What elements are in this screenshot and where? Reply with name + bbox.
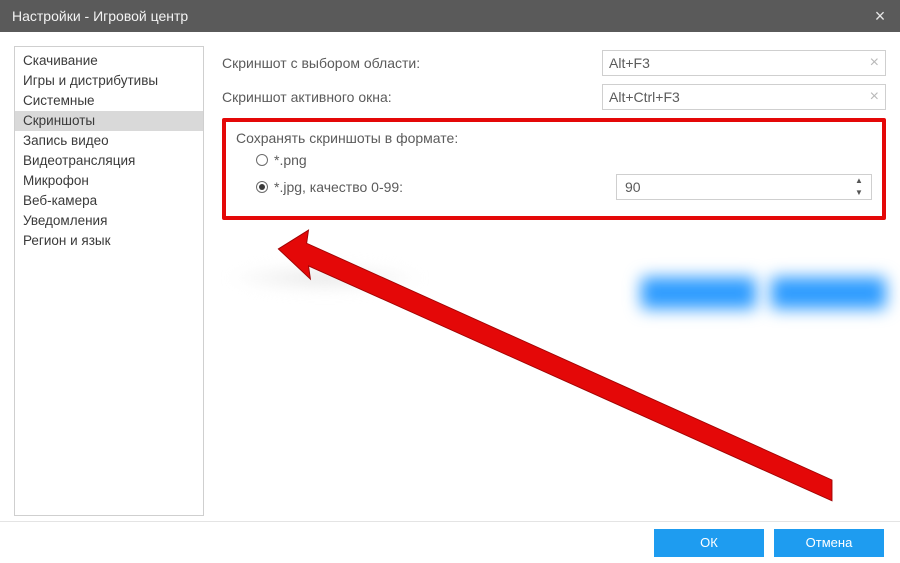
jpg-quality-stepper[interactable]: 90 ▲ ▼ bbox=[616, 174, 872, 200]
sidebar-item-record[interactable]: Запись видео bbox=[15, 131, 203, 151]
sidebar-item-download[interactable]: Скачивание bbox=[15, 51, 203, 71]
sidebar-item-stream[interactable]: Видеотрансляция bbox=[15, 151, 203, 171]
format-jpg-radio[interactable]: *.jpg, качество 0-99: 90 ▲ ▼ bbox=[236, 174, 872, 200]
hotkey-active-label: Скриншот активного окна: bbox=[222, 89, 602, 105]
sidebar-item-region[interactable]: Регион и язык bbox=[15, 231, 203, 251]
hotkey-area-value: Alt+F3 bbox=[609, 55, 650, 71]
titlebar: Настройки - Игровой центр × bbox=[0, 0, 900, 32]
blurred-area bbox=[225, 257, 886, 317]
format-highlight: Сохранять скриншоты в формате: *.png *.j… bbox=[222, 118, 886, 220]
clear-icon[interactable]: × bbox=[870, 88, 879, 106]
hotkey-area-input[interactable]: Alt+F3 × bbox=[602, 50, 886, 76]
sidebar-item-mic[interactable]: Микрофон bbox=[15, 171, 203, 191]
sidebar: Скачивание Игры и дистрибутивы Системные… bbox=[14, 46, 204, 516]
format-section-label: Сохранять скриншоты в формате: bbox=[236, 130, 872, 146]
close-icon[interactable]: × bbox=[870, 6, 890, 26]
jpg-quality-value: 90 bbox=[625, 179, 641, 195]
cancel-button[interactable]: Отмена bbox=[774, 529, 884, 557]
format-png-label: *.png bbox=[274, 152, 307, 168]
chevron-down-icon[interactable]: ▼ bbox=[855, 189, 867, 197]
radio-icon bbox=[256, 154, 268, 166]
format-png-radio[interactable]: *.png bbox=[236, 152, 872, 168]
window-title: Настройки - Игровой центр bbox=[12, 8, 188, 24]
sidebar-item-webcam[interactable]: Веб-камера bbox=[15, 191, 203, 211]
sidebar-item-system[interactable]: Системные bbox=[15, 91, 203, 111]
stepper-arrows[interactable]: ▲ ▼ bbox=[855, 177, 867, 197]
clear-icon[interactable]: × bbox=[870, 54, 879, 72]
hotkey-area-label: Скриншот с выбором области: bbox=[222, 55, 602, 71]
ok-button[interactable]: ОК bbox=[654, 529, 764, 557]
sidebar-item-games[interactable]: Игры и дистрибутивы bbox=[15, 71, 203, 91]
format-jpg-label: *.jpg, качество 0-99: bbox=[274, 179, 403, 195]
dialog-footer: ОК Отмена bbox=[0, 521, 900, 563]
sidebar-item-notifications[interactable]: Уведомления bbox=[15, 211, 203, 231]
hotkey-area-row: Скриншот с выбором области: Alt+F3 × bbox=[222, 50, 886, 76]
sidebar-item-screenshots[interactable]: Скриншоты bbox=[15, 111, 203, 131]
hotkey-active-row: Скриншот активного окна: Alt+Ctrl+F3 × bbox=[222, 84, 886, 110]
radio-icon bbox=[256, 181, 268, 193]
chevron-up-icon[interactable]: ▲ bbox=[855, 177, 867, 185]
hotkey-active-value: Alt+Ctrl+F3 bbox=[609, 89, 680, 105]
hotkey-active-input[interactable]: Alt+Ctrl+F3 × bbox=[602, 84, 886, 110]
dialog-body: Скачивание Игры и дистрибутивы Системные… bbox=[0, 32, 900, 563]
